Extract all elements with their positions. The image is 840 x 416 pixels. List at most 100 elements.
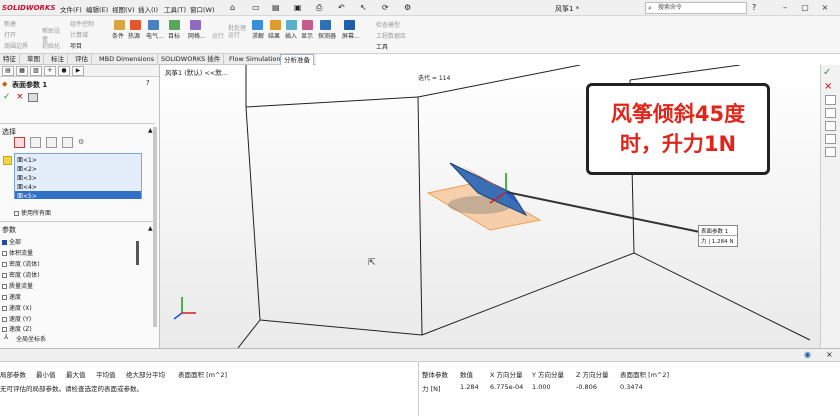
ribbon-component-control[interactable]: 组件控制	[70, 19, 94, 28]
file-explorer-icon[interactable]	[825, 121, 836, 131]
appearance-icon[interactable]: ●	[58, 66, 70, 76]
tab-markup[interactable]: 标注	[48, 54, 68, 65]
menu-file[interactable]: 文件(F)	[60, 4, 82, 14]
config-icon[interactable]: ▧	[30, 66, 42, 76]
feature-tree-icon[interactable]: ▤	[2, 66, 14, 76]
menu-insert[interactable]: 插入(I)	[138, 4, 158, 14]
dimxpert-icon[interactable]: ✛	[44, 66, 56, 76]
param-volume-flow[interactable]: 体积流量	[2, 248, 33, 257]
ok-check-icon[interactable]: ✓	[3, 92, 11, 102]
tab-evaluate[interactable]: 评估	[72, 54, 92, 65]
feature-tree-breadcrumb[interactable]: 风筝1 (默认) <<默...	[165, 67, 228, 77]
tab-flow-simulation[interactable]: Flow Simulation	[226, 54, 285, 65]
ribbon-probes[interactable]: 探测器	[318, 31, 336, 40]
tab-mbd[interactable]: MBD Dimensions	[96, 54, 159, 65]
ribbon-results[interactable]: 结果	[268, 31, 280, 40]
param-all[interactable]: 全部	[2, 237, 21, 246]
probes-icon[interactable]	[320, 20, 331, 30]
list-scrollbar[interactable]	[136, 241, 139, 265]
tab-sketch[interactable]: 草图	[24, 54, 44, 65]
menu-edit[interactable]: 编辑(E)	[86, 4, 108, 14]
ribbon-check-model[interactable]: 检查模型	[376, 20, 400, 29]
ribbon-screen[interactable]: 屏幕...	[342, 31, 360, 40]
resources-icon[interactable]	[825, 95, 836, 105]
selected-faces-list[interactable]: 面<1> 面<2> 面<3> 面<4> 面<5>	[14, 153, 142, 200]
ribbon-open[interactable]: 打开	[4, 30, 16, 39]
ribbon-surrounding[interactable]: 周围边界	[4, 41, 28, 50]
open-folder-icon[interactable]: ▤	[272, 3, 280, 12]
ribbon-conditions[interactable]: 条件	[112, 31, 124, 40]
param-velocity-y[interactable]: 速度 (Y)	[2, 314, 31, 323]
menu-window[interactable]: 窗口(W)	[190, 4, 215, 14]
list-item-selected[interactable]: 面<5>	[15, 191, 141, 200]
heat-source-icon[interactable]	[130, 20, 141, 30]
mesh-icon[interactable]	[190, 20, 201, 30]
tab-features[interactable]: 特征	[0, 54, 20, 65]
ribbon-electrical[interactable]: 电气...	[146, 31, 164, 40]
param-velocity-x[interactable]: 速度 (X)	[2, 303, 32, 312]
info-icon[interactable]: ◉	[804, 350, 811, 359]
param-density-2[interactable]: 密度 (流体)	[2, 270, 40, 279]
confirm-check-icon[interactable]: ✓	[823, 67, 831, 78]
display-icon[interactable]	[302, 20, 313, 30]
undo-icon[interactable]: ↶	[338, 3, 345, 12]
select-body-icon[interactable]	[30, 137, 41, 148]
list-item[interactable]: 面<1>	[17, 155, 37, 164]
collapse-chevron-icon[interactable]: ▲	[148, 127, 153, 134]
minimize-button[interactable]: –	[778, 2, 792, 14]
rebuild-icon[interactable]: ⟳	[382, 3, 389, 12]
help-icon[interactable]: ?	[752, 3, 756, 12]
list-item[interactable]: 面<4>	[17, 182, 37, 191]
select-component-icon[interactable]	[46, 137, 57, 148]
exit-x-icon[interactable]: ×	[824, 81, 832, 92]
pane-close-icon[interactable]: ×	[826, 350, 833, 359]
search-input[interactable]: ⌕ 搜索命令	[645, 2, 747, 14]
select-face-icon[interactable]	[14, 137, 25, 148]
ribbon-engineering-db[interactable]: 工程数据库	[376, 31, 406, 40]
ribbon-computational-domain[interactable]: 计算域	[70, 30, 88, 39]
tab-analysis-prep[interactable]: 分析准备	[280, 54, 314, 65]
cancel-x-icon[interactable]: ×	[16, 92, 24, 102]
select-cursor-icon[interactable]: ↖	[360, 3, 367, 12]
menu-view[interactable]: 视图(V)	[112, 4, 135, 14]
collapse-chevron-icon[interactable]: ▲	[148, 225, 153, 232]
ribbon-initialize[interactable]: 初始化	[42, 41, 60, 50]
goals-icon[interactable]	[169, 20, 180, 30]
ribbon-project[interactable]: 项目	[70, 41, 82, 50]
ribbon-new[interactable]: 新建	[4, 19, 16, 28]
menu-tools[interactable]: 工具(T)	[164, 4, 186, 14]
ribbon-batch-run[interactable]: 批处理运行	[228, 25, 250, 39]
insert-icon[interactable]	[286, 20, 297, 30]
screen-icon[interactable]	[344, 20, 355, 30]
ribbon-run[interactable]: 运行	[212, 31, 224, 40]
use-all-faces-checkbox[interactable]: 使用所有面	[14, 208, 51, 217]
param-velocity[interactable]: 速度	[2, 292, 21, 301]
new-file-icon[interactable]: ▭	[252, 3, 260, 12]
maximize-button[interactable]: ▢	[798, 2, 812, 14]
list-item[interactable]: 面<2>	[17, 164, 37, 173]
ribbon-solve[interactable]: 求解	[252, 31, 264, 40]
help-icon[interactable]: ?	[146, 79, 150, 87]
ribbon-insert[interactable]: 插入	[285, 31, 297, 40]
save-icon[interactable]: ▣	[294, 3, 302, 12]
flow-tree-icon[interactable]: ▶	[72, 66, 84, 76]
ribbon-goals[interactable]: 目标	[168, 31, 180, 40]
select-filter-icon[interactable]	[62, 137, 73, 148]
ribbon-heat-source[interactable]: 热源	[128, 31, 140, 40]
ribbon-mesh[interactable]: 网格...	[188, 31, 206, 40]
param-velocity-z[interactable]: 速度 (Z)	[2, 324, 32, 333]
electrical-icon[interactable]	[148, 20, 159, 30]
list-item[interactable]: 面<3>	[17, 173, 37, 182]
options-icon[interactable]: ⚙	[404, 3, 411, 12]
conditions-icon[interactable]	[114, 20, 125, 30]
solve-icon[interactable]	[252, 20, 263, 30]
print-icon[interactable]: ⎙	[316, 3, 322, 13]
home-icon[interactable]: ⌂	[230, 3, 235, 12]
property-icon[interactable]: ▦	[16, 66, 28, 76]
param-mass-flow[interactable]: 质量流量	[2, 281, 33, 290]
panel-scrollbar[interactable]	[153, 127, 157, 327]
close-button[interactable]: ×	[818, 2, 832, 14]
tab-addins[interactable]: SOLIDWORKS 插件	[158, 54, 225, 65]
ribbon-tools[interactable]: 工具	[376, 42, 388, 51]
appearances-icon[interactable]	[825, 147, 836, 157]
